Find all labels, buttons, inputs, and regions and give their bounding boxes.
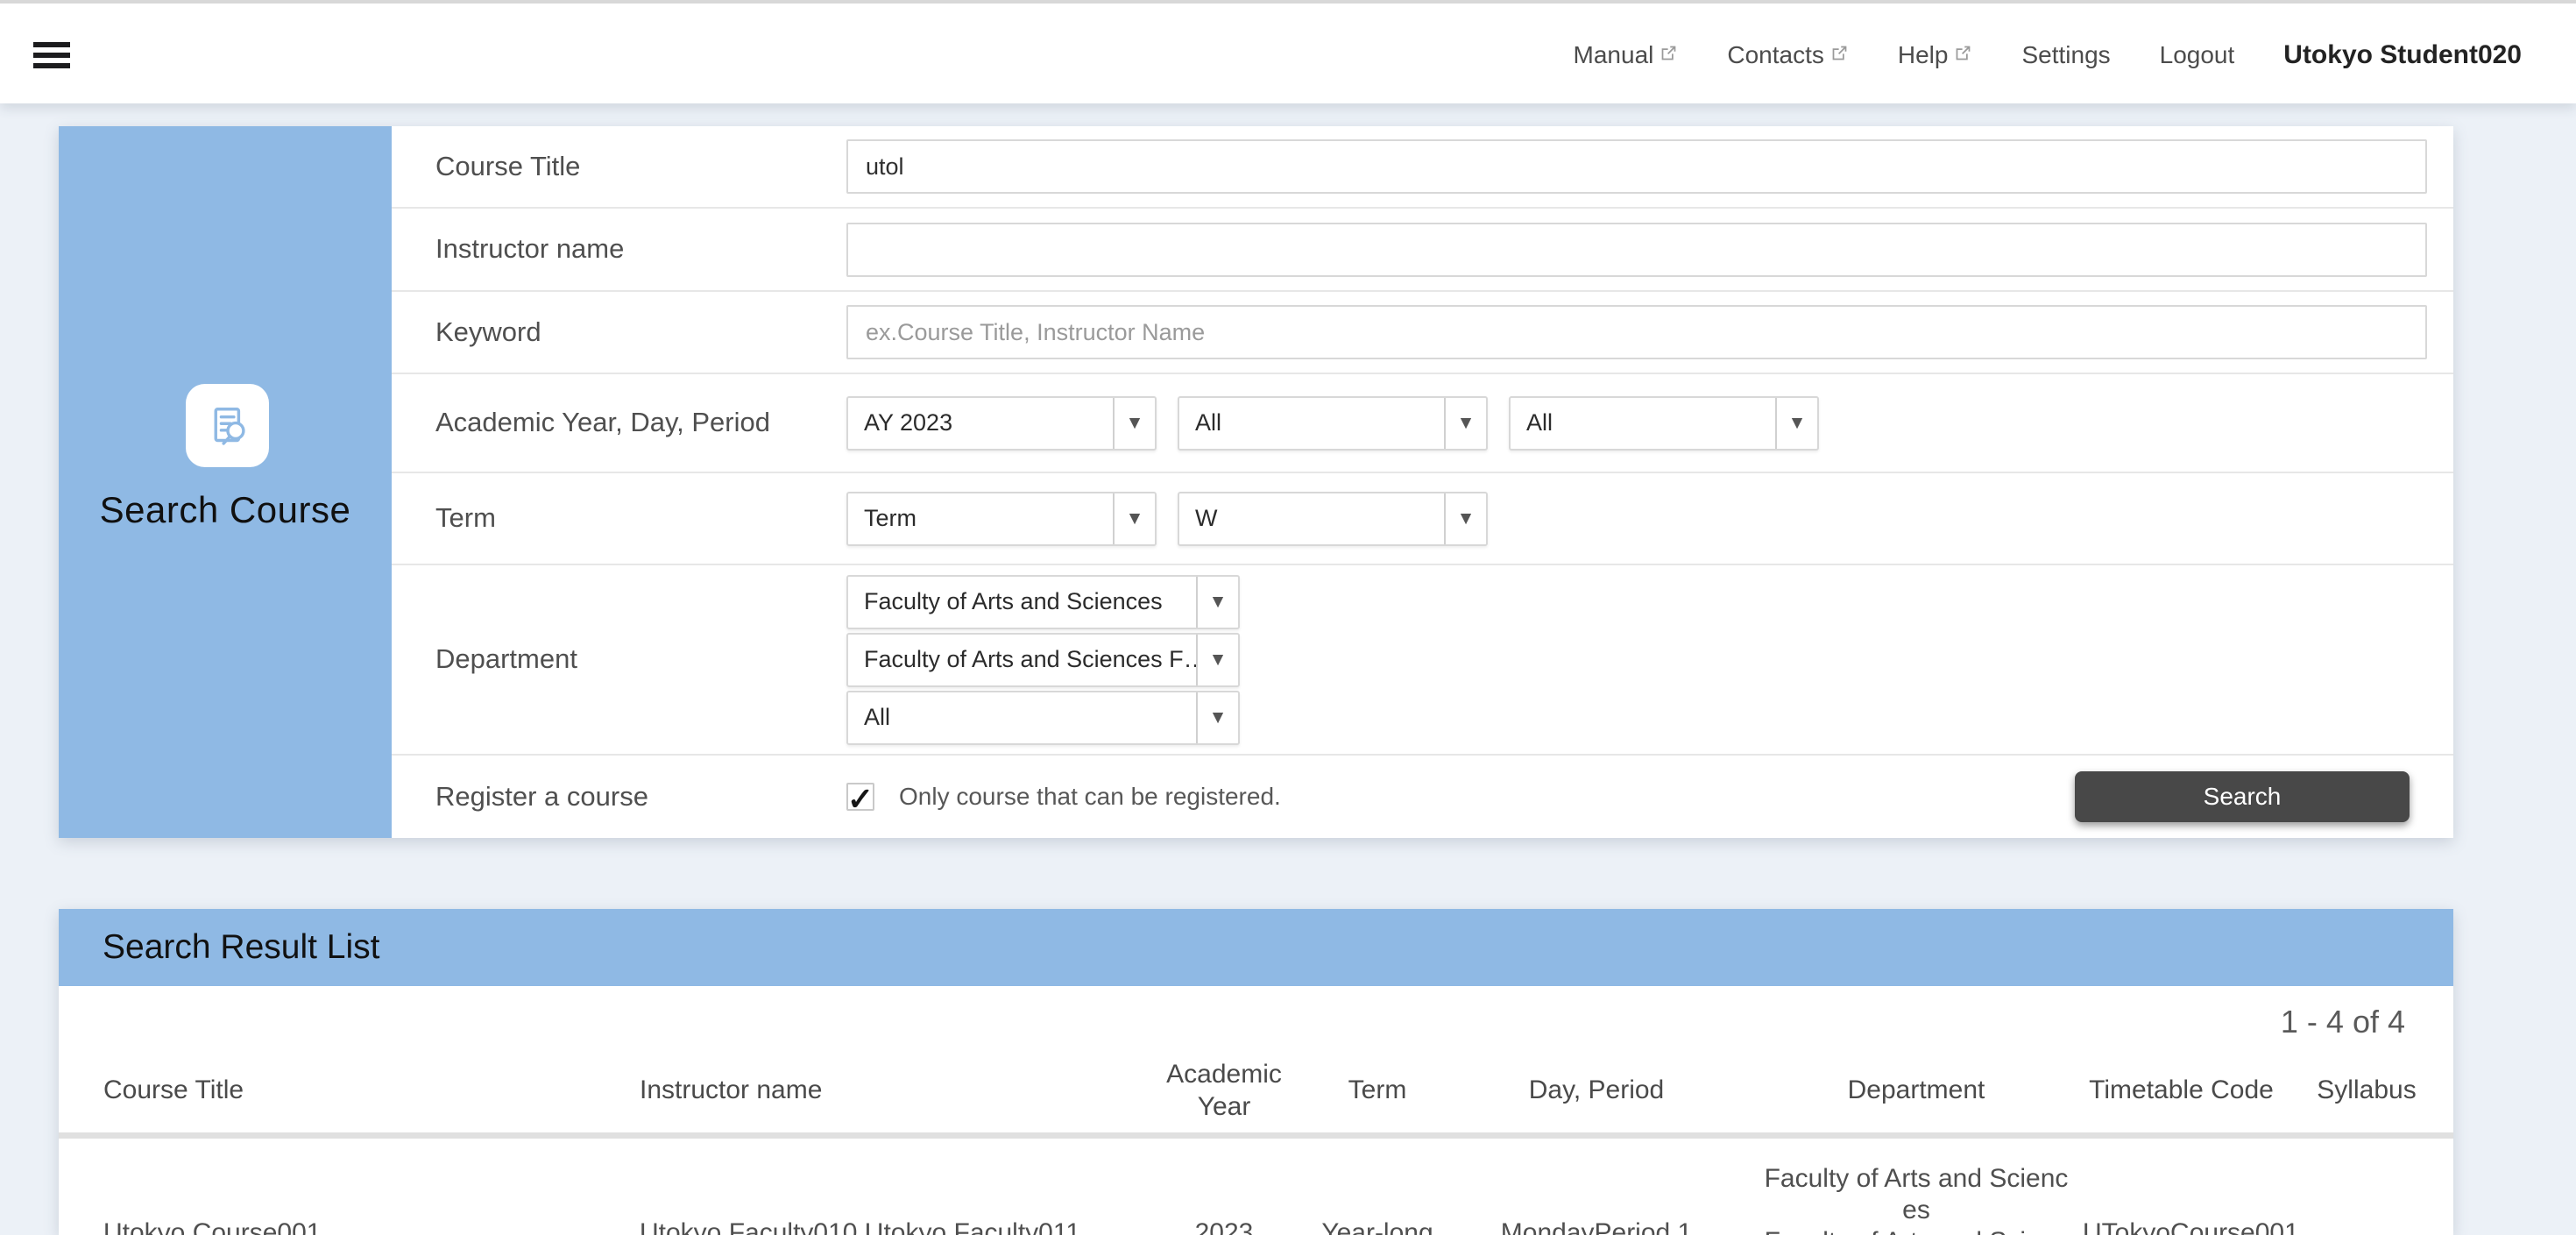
registered-only-checkbox[interactable]: ✓: [846, 783, 874, 811]
term-row: Term Term ▼ W ▼: [392, 473, 2453, 565]
chevron-down-icon: ▼: [1113, 493, 1155, 544]
chevron-down-icon: ▼: [1775, 398, 1817, 449]
day-value: All: [1179, 398, 1444, 449]
department-line: es: [1750, 1195, 2083, 1226]
col-timetable-code: Timetable Code: [2083, 1074, 2280, 1106]
nav-help-label: Help: [1898, 41, 1949, 69]
col-academic-year: Academic Year: [1136, 1058, 1312, 1123]
nav-manual[interactable]: Manual: [1574, 41, 1679, 69]
chevron-down-icon: ▼: [1113, 398, 1155, 449]
chevron-down-icon: ▼: [1196, 692, 1238, 743]
user-name: Utokyo Student020: [2283, 40, 2522, 70]
department-select[interactable]: Faculty of Arts and Sciences F… ▼: [846, 633, 1240, 687]
keyword-label: Keyword: [392, 315, 846, 350]
col-course-title: Course Title: [59, 1074, 593, 1106]
document-search-icon: [199, 397, 257, 455]
instructor-label: Instructor name: [392, 231, 846, 266]
cell-department: Faculty of Arts and Scienc es Faculty of…: [1750, 1139, 2083, 1235]
cell-course-title[interactable]: Utokyo Course001: [59, 1217, 593, 1235]
term-value: Term: [848, 493, 1113, 544]
chevron-down-icon: ▼: [1444, 398, 1486, 449]
top-header: Manual Contacts Help Settings Logout Uto…: [0, 0, 2576, 103]
ay-day-period-row: Academic Year, Day, Period AY 2023 ▼ All…: [392, 374, 2453, 473]
term-label: Term: [392, 500, 846, 536]
col-day-period: Day, Period: [1443, 1074, 1750, 1106]
nav-help[interactable]: Help: [1898, 41, 1973, 69]
instructor-row: Instructor name: [392, 209, 2453, 292]
search-result-header: Search Result List: [59, 909, 2453, 986]
external-link-icon: [1830, 44, 1849, 62]
nav-contacts-label: Contacts: [1727, 41, 1824, 69]
cell-day-period: MondayPeriod 1: [1443, 1217, 1750, 1235]
faculty-select[interactable]: Faculty of Arts and Sciences ▼: [846, 575, 1240, 629]
nav-logout-label: Logout: [2160, 41, 2235, 69]
nav-contacts[interactable]: Contacts: [1727, 41, 1849, 69]
nav-settings-label: Settings: [2021, 41, 2110, 69]
search-button[interactable]: Search: [2075, 771, 2410, 822]
search-course-sidebar: Search Course: [59, 126, 392, 838]
keyword-input[interactable]: [846, 305, 2427, 359]
term-select[interactable]: Term ▼: [846, 492, 1157, 546]
instructor-input[interactable]: [846, 223, 2427, 277]
ay-day-period-label: Academic Year, Day, Period: [392, 405, 846, 440]
course-type-select[interactable]: All ▼: [846, 691, 1240, 745]
search-result-panel: Search Result List 1 - 4 of 4 Course Tit…: [59, 909, 2453, 1235]
top-nav: Manual Contacts Help Settings Logout Uto…: [1574, 4, 2522, 107]
chevron-down-icon: ▼: [1444, 493, 1486, 544]
col-syllabus: Syllabus: [2280, 1074, 2453, 1106]
col-term: Term: [1312, 1074, 1443, 1106]
academic-year-value: AY 2023: [848, 398, 1113, 449]
faculty-value: Faculty of Arts and Sciences: [848, 577, 1196, 628]
table-row: Utokyo Course001 Utokyo Faculty010,Utoky…: [59, 1139, 2453, 1235]
course-title-label: Course Title: [392, 149, 846, 184]
nav-manual-label: Manual: [1574, 41, 1654, 69]
result-count: 1 - 4 of 4: [59, 986, 2453, 1047]
cell-syllabus: [2280, 1147, 2453, 1235]
nav-logout[interactable]: Logout: [2160, 41, 2235, 69]
col-department: Department: [1750, 1074, 2083, 1106]
nav-settings[interactable]: Settings: [2021, 41, 2110, 69]
academic-year-select[interactable]: AY 2023 ▼: [846, 396, 1157, 451]
chevron-down-icon: ▼: [1196, 577, 1238, 628]
department-label: Department: [392, 642, 846, 677]
search-form: Course Title Instructor name Keyword Aca…: [392, 126, 2453, 838]
cell-timetable-code: UTokyoCourse001: [2083, 1217, 2280, 1235]
department-row: Department Faculty of Arts and Sciences …: [392, 565, 2453, 756]
period-select[interactable]: All ▼: [1509, 396, 1819, 451]
search-course-title: Search Course: [59, 489, 392, 531]
course-title-input[interactable]: [846, 139, 2427, 194]
term-sub-select[interactable]: W ▼: [1178, 492, 1488, 546]
register-label: Register a course: [392, 779, 846, 814]
keyword-row: Keyword: [392, 292, 2453, 374]
course-type-value: All: [848, 692, 1196, 743]
cell-term: Year-long: [1312, 1217, 1443, 1235]
period-value: All: [1511, 398, 1775, 449]
cell-academic-year: 2023: [1136, 1217, 1312, 1235]
day-select[interactable]: All ▼: [1178, 396, 1488, 451]
register-row: Register a course ✓ Only course that can…: [392, 756, 2453, 838]
result-table-header: Course Title Instructor name Academic Ye…: [59, 1047, 2453, 1132]
department-line: Faculty of Arts and Scienc: [1750, 1226, 2083, 1235]
cell-instructor: Utokyo Faculty010,Utokyo Faculty011: [593, 1217, 1136, 1235]
hamburger-menu-icon[interactable]: [33, 42, 70, 70]
department-value: Faculty of Arts and Sciences F…: [848, 635, 1196, 685]
table-divider: [59, 1132, 2453, 1139]
external-link-icon: [1954, 44, 1972, 62]
check-icon: ✓: [847, 784, 874, 815]
department-line: Faculty of Arts and Scienc: [1750, 1163, 2083, 1195]
registered-only-label: Only course that can be registered.: [899, 783, 1281, 811]
course-title-row: Course Title: [392, 126, 2453, 209]
search-course-icon: [186, 384, 269, 467]
term-sub-value: W: [1179, 493, 1444, 544]
search-course-panel: Search Course Course Title Instructor na…: [59, 126, 2453, 838]
chevron-down-icon: ▼: [1196, 635, 1238, 685]
col-instructor: Instructor name: [593, 1074, 1136, 1106]
external-link-icon: [1660, 44, 1678, 62]
